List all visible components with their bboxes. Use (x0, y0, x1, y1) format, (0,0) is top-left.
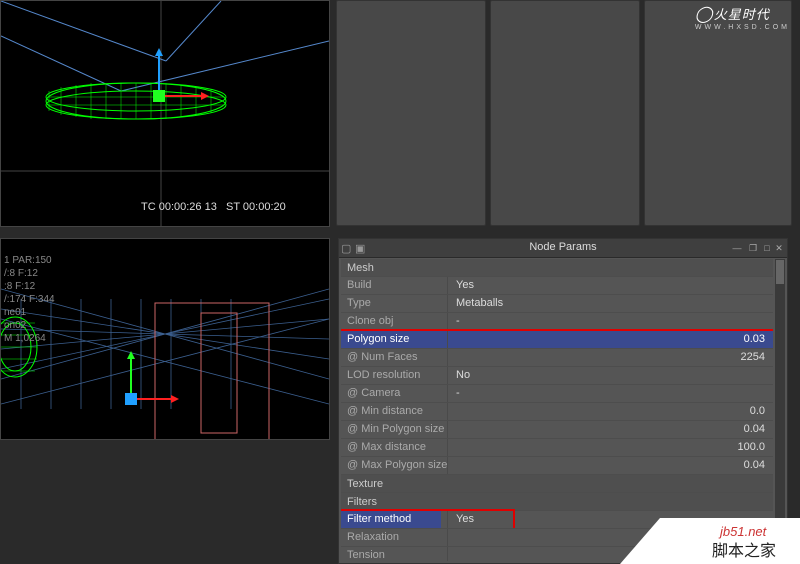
prop-lod-resolution[interactable]: LOD resolutionNo (341, 366, 773, 384)
close-button[interactable]: ✕ (773, 242, 785, 254)
panel-title: Node Params (529, 241, 596, 253)
prop-build[interactable]: BuildYes (341, 276, 773, 294)
prop-max-polygon-size[interactable]: @ Max Polygon size0.04 (341, 456, 773, 474)
info-line: 1 PAR:150 (4, 254, 55, 267)
brand-logo: ◯火星时代 WWW.HXSD.COM (695, 4, 790, 31)
prop-camera[interactable]: @ Camera- (341, 384, 773, 402)
info-line: M 1,0264 (4, 332, 55, 345)
maximize-button[interactable]: □ (761, 242, 773, 254)
info-line: on02 (4, 319, 55, 332)
info-line: ne01 (4, 306, 55, 319)
scrollbar-vertical[interactable] (775, 259, 785, 561)
watermark: jb51.net 脚本之家 (620, 518, 800, 564)
stoptime-label: ST 00:00:20 (226, 201, 286, 213)
prop-max-distance[interactable]: @ Max distance100.0 (341, 438, 773, 456)
timecode-label: TC 00:00:26 13 (141, 201, 217, 213)
restore-button[interactable]: ❐ (747, 242, 759, 254)
panel-titlebar[interactable]: ▢ ▣ Node Params — ❐ □ ✕ (339, 239, 787, 258)
panel-menu-icon[interactable]: ▢ (341, 242, 353, 254)
preview-slot[interactable] (490, 0, 640, 226)
info-line: :8 F:12 (4, 280, 55, 293)
node-params-panel: ▢ ▣ Node Params — ❐ □ ✕ Mesh BuildYes Ty… (338, 238, 788, 564)
scrollbar-thumb[interactable] (776, 260, 784, 284)
section-texture[interactable]: Texture (341, 474, 773, 492)
prop-polygon-size[interactable]: Polygon size 0.03 (341, 330, 773, 348)
prop-type[interactable]: TypeMetaballs (341, 294, 773, 312)
info-line: /:174 F:344 (4, 293, 55, 306)
svg-text:脚本之家: 脚本之家 (712, 542, 776, 560)
viewport-front[interactable]: TC 00:00:26 13 ST 00:00:20 (0, 0, 330, 227)
prop-num-faces[interactable]: @ Num Faces2254 (341, 348, 773, 366)
prop-min-polygon-size[interactable]: @ Min Polygon size0.04 (341, 420, 773, 438)
svg-text:jb51.net: jb51.net (718, 524, 768, 539)
section-mesh[interactable]: Mesh (341, 259, 773, 276)
section-filters[interactable]: Filters (341, 492, 773, 510)
viewport-info-overlay: 1 PAR:150 /:8 F:12 :8 F:12 /:174 F:344 n… (4, 254, 55, 345)
preview-slot[interactable] (644, 0, 792, 226)
prop-min-distance[interactable]: @ Min distance0.0 (341, 402, 773, 420)
panel-pin-icon[interactable]: ▣ (355, 242, 367, 254)
prop-clone-obj[interactable]: Clone obj- (341, 312, 773, 330)
minimize-button[interactable]: — (731, 242, 743, 254)
preview-slot[interactable] (336, 0, 486, 226)
info-line: /:8 F:12 (4, 267, 55, 280)
